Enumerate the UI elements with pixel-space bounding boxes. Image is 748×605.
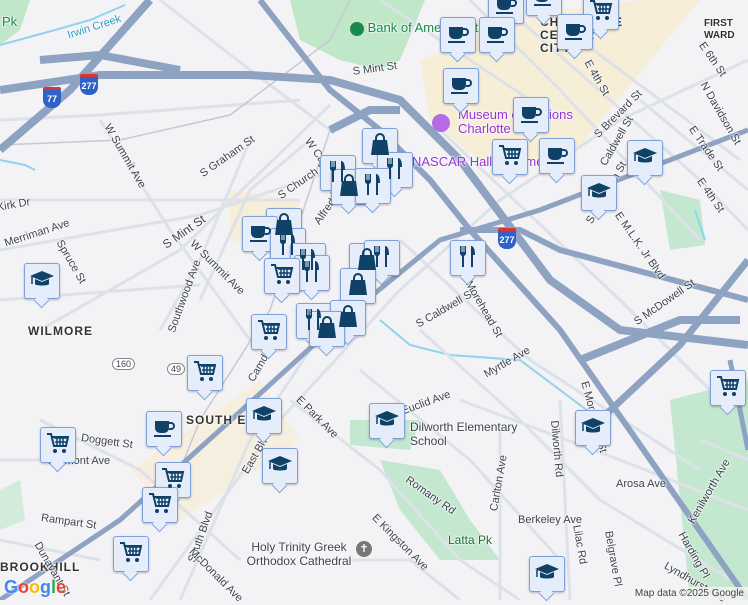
school-marker[interactable] [627,140,663,176]
interstate-77-shield: 77 [43,87,61,108]
school-marker[interactable] [581,175,617,211]
route-160-badge: 160 [112,358,136,370]
school-icon [586,178,612,209]
school-marker[interactable] [529,556,565,592]
camera-icon [432,114,450,132]
school-icon [251,401,277,432]
church-icon: ✝ [356,541,372,557]
school-icon [267,451,293,482]
cart-marker[interactable] [251,314,287,350]
coffee-marker[interactable] [479,17,515,53]
google-logo[interactable]: Google [4,577,66,598]
bag-marker[interactable] [340,268,376,304]
cart-marker[interactable] [40,427,76,463]
school-marker[interactable] [262,448,298,484]
cart-icon [147,490,173,521]
school-icon [29,266,55,297]
coffee-marker[interactable] [513,97,549,133]
cart-icon [497,142,523,173]
school-marker[interactable] [369,403,405,439]
school-icon [534,559,560,590]
coffee-icon [484,20,510,51]
school-icon [580,413,606,444]
school-marker[interactable] [24,263,60,299]
coffee-icon [544,141,570,172]
restaurant-marker[interactable] [450,240,486,276]
cart-icon [192,358,218,389]
cart-icon [269,261,295,292]
cart-marker[interactable] [710,370,746,406]
coffee-marker[interactable] [440,17,476,53]
cart-marker[interactable] [113,536,149,572]
cart-marker[interactable] [492,139,528,175]
coffee-marker[interactable] [443,68,479,104]
cart-marker[interactable] [187,355,223,391]
school-icon [632,143,658,174]
poi-holy-trinity-cathedral[interactable]: Holy Trinity Greek Orthodox Cathedral [240,540,358,568]
cart-marker[interactable] [142,487,178,523]
school-marker[interactable] [575,410,611,446]
coffee-icon [445,20,471,51]
coffee-icon [531,0,557,14]
cart-icon [118,539,144,570]
bag-icon [314,314,340,345]
school-icon [374,406,400,437]
school-marker[interactable] [246,398,282,434]
coffee-marker[interactable] [539,138,575,174]
interstate-277-shield: 277 [498,228,516,249]
bag-marker[interactable] [309,311,345,347]
restaurant-icon [360,171,386,202]
poi-park[interactable]: Pk [2,14,17,29]
poi-dilworth-elementary[interactable]: Dilworth Elementary School [410,420,540,448]
neighborhood-first-ward: FIRST WARD [704,18,735,41]
bag-icon [345,271,371,302]
coffee-icon [448,71,474,102]
map-attribution[interactable]: Map data ©2025 Google [630,587,748,600]
route-49-badge: 49 [167,363,186,375]
restaurant-marker[interactable] [355,168,391,204]
cart-icon [256,317,282,348]
restaurant-icon [299,258,325,289]
cart-icon [45,430,71,461]
coffee-icon [562,17,588,48]
cart-marker[interactable] [264,258,300,294]
restaurant-icon [455,243,481,274]
coffee-icon [151,414,177,445]
cart-icon [715,373,741,404]
poi-latta-park[interactable]: Latta Pk [448,533,492,547]
street-label: Berkeley Ave [518,514,583,526]
stadium-icon [350,21,364,36]
neighborhood-wilmore: WILMORE [28,324,93,338]
coffee-icon [518,100,544,131]
street-label: Arosa Ave [616,478,666,490]
interstate-277-shield: 277 [80,74,98,95]
coffee-marker[interactable] [557,14,593,50]
coffee-marker[interactable] [146,411,182,447]
coffee-marker[interactable] [526,0,562,16]
